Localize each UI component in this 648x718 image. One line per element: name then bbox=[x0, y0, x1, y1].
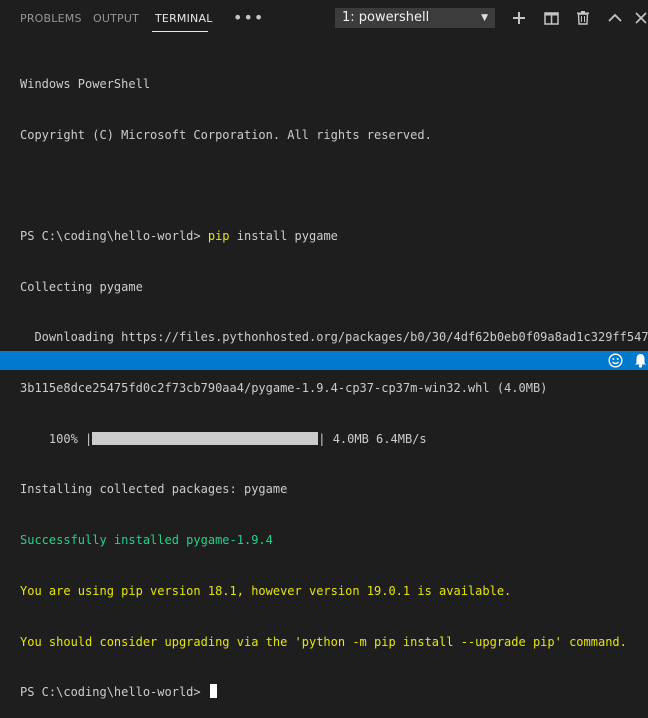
terminal-line: Windows PowerShell bbox=[20, 76, 151, 91]
terminal-line: Collecting pygame bbox=[20, 279, 143, 294]
terminal-line-warning: You should consider upgrading via the 'p… bbox=[20, 634, 627, 649]
progress-bar bbox=[92, 431, 319, 445]
terminal-line-prompt: PS C:\coding\hello-world> bbox=[20, 684, 648, 701]
progress-percent: 100% | bbox=[20, 431, 93, 446]
prompt: PS C:\coding\hello-world> bbox=[20, 685, 208, 700]
terminal-line: Downloading https://files.pythonhosted.o… bbox=[20, 330, 648, 345]
status-bar bbox=[0, 351, 648, 370]
terminal-line: 3b115e8dce25475fd0c2f73cb790aa4/pygame-1… bbox=[20, 381, 548, 396]
chevron-down-icon: ▼ bbox=[481, 13, 488, 23]
split-terminal-icon[interactable] bbox=[542, 9, 560, 27]
progress-tail: | 4.0MB 6.4MB/s bbox=[318, 431, 427, 446]
command-args: install pygame bbox=[229, 228, 338, 243]
tab-problems[interactable]: PROBLEMS bbox=[20, 12, 82, 25]
bell-icon[interactable] bbox=[634, 353, 647, 372]
terminal-line-warning: You are using pip version 18.1, however … bbox=[20, 583, 512, 598]
terminal-line-success: Successfully installed pygame-1.9.4 bbox=[20, 533, 273, 548]
command-name: pip bbox=[207, 228, 230, 243]
prompt: PS C:\coding\hello-world> bbox=[20, 228, 208, 243]
maximize-panel-icon[interactable] bbox=[606, 9, 624, 27]
terminal-line: Copyright (C) Microsoft Corporation. All… bbox=[20, 127, 432, 142]
panel-header: PROBLEMS OUTPUT TERMINAL ••• 1: powershe… bbox=[0, 0, 648, 37]
terminal-line-progress: 100% | | 4.0MB 6.4MB/s bbox=[20, 431, 648, 448]
active-tab-indicator bbox=[152, 31, 208, 32]
terminal-cursor bbox=[209, 684, 217, 699]
close-icon[interactable] bbox=[632, 9, 648, 27]
trash-icon[interactable] bbox=[574, 9, 592, 27]
terminal-select[interactable]: 1: powershell ▼ bbox=[335, 8, 495, 28]
tab-terminal[interactable]: TERMINAL bbox=[155, 12, 213, 25]
terminal-line-command: PS C:\coding\hello-world> pip install py… bbox=[20, 228, 648, 245]
more-actions-icon[interactable]: ••• bbox=[233, 8, 264, 27]
plus-icon[interactable] bbox=[510, 9, 528, 27]
terminal-select-value: 1: powershell bbox=[342, 10, 430, 25]
smiley-icon[interactable] bbox=[608, 353, 623, 372]
terminal-line: Installing collected packages: pygame bbox=[20, 482, 288, 497]
terminal-output[interactable]: Windows PowerShell Copyright (C) Microso… bbox=[20, 42, 648, 718]
tab-output[interactable]: OUTPUT bbox=[93, 12, 139, 25]
